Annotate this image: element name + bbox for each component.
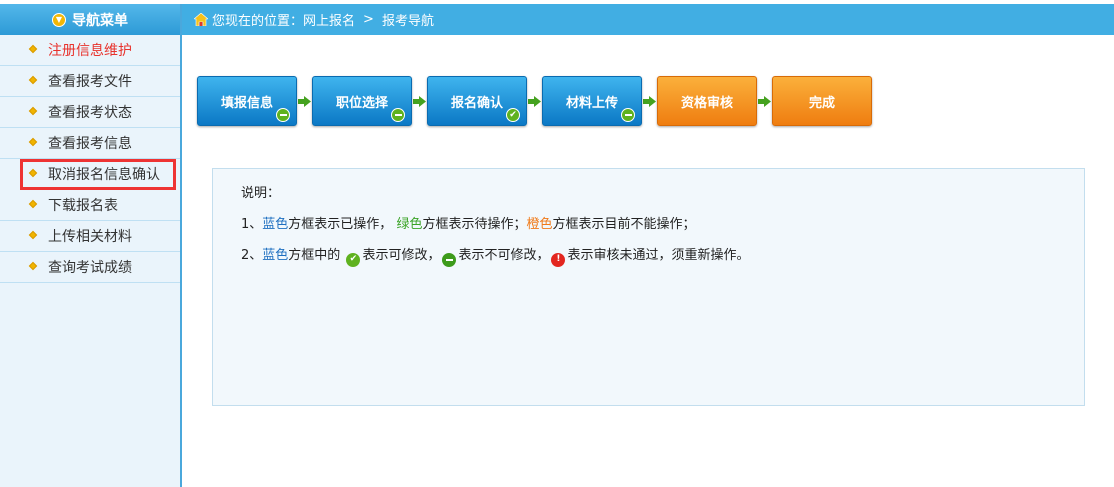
sidebar-item-cancel-confirmation[interactable]: 取消报名信息确认 [20, 159, 176, 190]
sidebar-item-label: 查看报考状态 [48, 105, 132, 121]
breadcrumb-parent[interactable]: 网上报名 [303, 10, 355, 29]
legend-text: 方框表示已操作， [288, 217, 393, 232]
bullet-icon [28, 168, 38, 178]
sidebar-item-exam-info[interactable]: 查看报考信息 [0, 128, 180, 159]
sidebar-item-label: 查看报考文件 [48, 74, 132, 90]
sidebar-item-label: 查看报考信息 [48, 136, 132, 152]
not-editable-icon [442, 253, 457, 267]
legend-text: 表示不可修改， [458, 248, 550, 263]
arrow-right-icon [642, 95, 657, 107]
nav-title: 导航菜单 [72, 12, 128, 29]
check-icon: ✔ [506, 108, 520, 122]
step-complete: 完成 [772, 76, 872, 126]
sidebar-item-download-form[interactable]: 下载报名表 [0, 190, 180, 221]
step-label: 填报信息 [220, 95, 273, 111]
instructions-line-2: 2、蓝色方框中的 ✔ 表示可修改， 表示不可修改，! 表示审核未通过，须重新操作。 [241, 247, 1084, 267]
step-position-select-button[interactable]: 职位选择 [312, 76, 412, 126]
breadcrumb: 您现在的位置： 网上报名 > 报考导航 [182, 4, 1114, 35]
bullet-icon [28, 261, 38, 271]
sidebar-item-label: 查询考试成绩 [48, 260, 132, 276]
instructions-line-1: 1、蓝色方框表示已操作， 绿色方框表示待操作；橙色方框表示目前不能操作； [241, 216, 1084, 233]
sidebar-item-label: 注册信息维护 [48, 43, 132, 59]
legend-blue-text: 蓝色 [262, 248, 289, 263]
home-icon [194, 13, 208, 26]
nav-header: ▼ 导航菜单 [0, 4, 180, 35]
legend-text: 方框表示待操作； [422, 217, 527, 232]
step-flow: 填报信息 职位选择 报名确认 ✔ 材料上传 资格审核 完成 [197, 76, 872, 126]
step-label: 材料上传 [565, 95, 618, 111]
instructions-box: 说明： 1、蓝色方框表示已操作， 绿色方框表示待操作；橙色方框表示目前不能操作；… [212, 168, 1085, 406]
step-fill-info-button[interactable]: 填报信息 [197, 76, 297, 126]
bullet-icon [28, 199, 38, 209]
sidebar-item-label: 取消报名信息确认 [48, 167, 160, 183]
legend-green-text: 绿色 [396, 217, 423, 232]
step-qualification-review: 资格审核 [657, 76, 757, 126]
not-editable-icon [391, 108, 405, 122]
warning-icon: ! [551, 252, 566, 267]
nav-list: 注册信息维护 查看报考文件 查看报考状态 查看报考信息 取消报名信息确认 下载报… [0, 35, 180, 283]
chevron-down-icon: ▼ [52, 12, 66, 27]
legend-orange-text: 橙色 [526, 217, 553, 232]
arrow-right-icon [412, 95, 427, 107]
step-label: 完成 [808, 95, 835, 111]
breadcrumb-separator: > [363, 12, 374, 27]
line-number: 1、 [241, 217, 263, 232]
breadcrumb-prefix: 您现在的位置： [212, 14, 304, 29]
not-editable-icon [621, 108, 635, 122]
legend-blue-text: 蓝色 [262, 217, 289, 232]
legend-text: 方框中的 [288, 248, 341, 263]
step-confirm-button[interactable]: 报名确认 ✔ [427, 76, 527, 126]
sidebar-item-label: 下载报名表 [48, 198, 118, 214]
sidebar-item-exam-status[interactable]: 查看报考状态 [0, 97, 180, 128]
legend-text: 方框表示目前不能操作； [552, 217, 696, 232]
sidebar-item-register-info[interactable]: 注册信息维护 [0, 35, 180, 66]
arrow-right-icon [527, 95, 542, 107]
sidebar-item-upload-materials[interactable]: 上传相关材料 [0, 221, 180, 252]
step-label: 报名确认 [450, 95, 503, 111]
bullet-icon [28, 75, 38, 85]
sidebar-divider [180, 4, 182, 487]
legend-text: 表示审核未通过，须重新操作。 [567, 248, 750, 263]
line-number: 2、 [241, 248, 263, 263]
bullet-icon [28, 44, 38, 54]
sidebar-item-exam-files[interactable]: 查看报考文件 [0, 66, 180, 97]
check-icon: ✔ [346, 252, 361, 267]
step-label: 资格审核 [680, 95, 733, 111]
sidebar: ▼ 导航菜单 注册信息维护 查看报考文件 查看报考状态 查看报考信息 取消报名信… [0, 4, 180, 487]
bullet-icon [28, 106, 38, 116]
bullet-icon [28, 137, 38, 147]
step-label: 职位选择 [335, 95, 388, 111]
breadcrumb-current: 报考导航 [381, 14, 434, 29]
not-editable-icon [276, 108, 290, 122]
sidebar-item-label: 上传相关材料 [48, 229, 132, 245]
step-upload-button[interactable]: 材料上传 [542, 76, 642, 126]
arrow-right-icon [757, 95, 772, 107]
arrow-right-icon [297, 95, 312, 107]
legend-text: 表示可修改， [362, 248, 441, 263]
bullet-icon [28, 230, 38, 240]
instructions-title: 说明： [241, 186, 281, 201]
sidebar-item-query-scores[interactable]: 查询考试成绩 [0, 252, 180, 283]
